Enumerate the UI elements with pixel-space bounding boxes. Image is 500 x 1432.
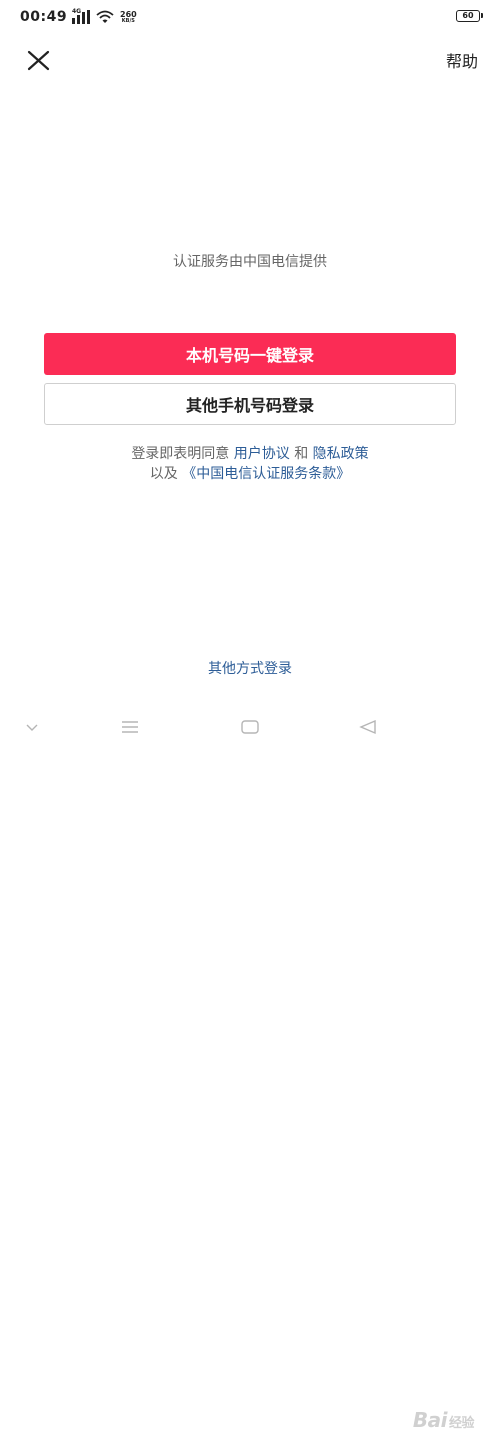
status-time: 00:49 (20, 9, 68, 25)
home-icon (241, 720, 259, 734)
privacy-policy-link[interactable]: 隐私政策 (313, 446, 369, 462)
provider-text: 认证服务由中国电信提供 (173, 254, 327, 270)
back-nav-button[interactable] (358, 719, 378, 739)
collapse-chevron-icon (26, 724, 38, 731)
status-bar: 00:49 4G 260 KB/S 60 (0, 0, 500, 34)
help-link[interactable]: 帮助 (446, 48, 478, 72)
agreement-text: 登录即表明同意 用户协议 和 隐私政策 以及 《中国电信认证服务条款》 (0, 444, 500, 484)
one-click-login-button[interactable]: 本机号码一键登录 (44, 333, 456, 375)
net-speed-indicator: 260 KB/S (120, 10, 137, 24)
other-login-link[interactable]: 其他方式登录 (208, 661, 292, 677)
other-phone-login-label: 其他手机号码登录 (185, 396, 314, 415)
close-button[interactable] (24, 45, 54, 75)
menu-icon (122, 721, 138, 733)
status-icons: 4G 260 KB/S (72, 9, 137, 24)
baidu-watermark-logo: Bai 经验 (412, 1408, 475, 1432)
back-icon (359, 719, 376, 735)
wifi-icon (96, 10, 114, 23)
agreement-line-2: 以及 《中国电信认证服务条款》 (0, 464, 500, 484)
one-click-login-label: 本机号码一键登录 (185, 346, 314, 365)
watermark-suffix: 经验 (448, 1416, 475, 1431)
menu-nav-button[interactable] (120, 719, 140, 739)
telecom-terms-link[interactable]: 《中国电信认证服务条款》 (182, 466, 350, 482)
navigation-bar: Bai 经验 (0, 710, 500, 1432)
other-phone-login-button[interactable]: 其他手机号码登录 (44, 383, 456, 425)
agreement-and: 和 (294, 446, 309, 462)
agreement-and-also: 以及 (149, 466, 178, 482)
collapse-nav-button[interactable] (24, 719, 40, 739)
watermark-brand: Bai (412, 1408, 448, 1432)
battery-icon: 60 (456, 10, 483, 22)
agreement-line-1: 登录即表明同意 用户协议 和 隐私政策 (0, 444, 500, 464)
other-login-container: 其他方式登录 (0, 658, 500, 678)
close-icon (27, 50, 50, 71)
home-nav-button[interactable] (240, 719, 260, 739)
signal-icon: 4G (72, 9, 90, 24)
user-agreement-link[interactable]: 用户协议 (234, 446, 290, 462)
net-speed-unit: KB/S (121, 17, 135, 24)
agreement-prefix: 登录即表明同意 (131, 446, 230, 462)
